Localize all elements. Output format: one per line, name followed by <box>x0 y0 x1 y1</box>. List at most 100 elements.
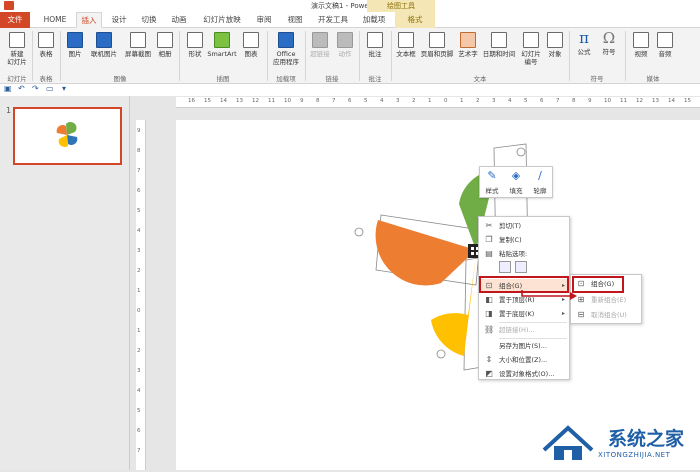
style-button[interactable]: ✎ 样式 <box>481 169 503 195</box>
tab-addins[interactable]: 加载项 <box>357 12 391 28</box>
ruler-tick: 11 <box>620 98 627 104</box>
rotate-handle[interactable] <box>354 227 364 237</box>
ribbon-tabs: 文件 HOME 插入 设计 切换 动画 幻灯片放映 审阅 视图 开发工具 加载项… <box>0 12 700 28</box>
menu-item-size-position[interactable]: ⇕ 大小和位置(Z)... <box>479 353 569 367</box>
outline-button[interactable]: ∕ 轮廓 <box>529 169 551 195</box>
tab-format[interactable]: 格式 <box>395 12 435 28</box>
picture-button[interactable]: 图片 <box>64 32 86 58</box>
smartart-button[interactable]: SmartArt <box>206 32 238 58</box>
submenu-arrow-icon: ▸ <box>561 310 565 317</box>
audio-button[interactable]: 音频 <box>654 32 676 58</box>
ruler-tick: 4 <box>508 98 512 104</box>
customize-dropdown-icon[interactable]: ▾ <box>62 84 66 93</box>
screenshot-button[interactable]: 屏幕截图 <box>122 32 154 58</box>
tab-insert[interactable]: 插入 <box>76 12 102 28</box>
ribbon-divider <box>32 31 33 81</box>
format-shape-icon: ◩ <box>485 369 493 378</box>
annotation-arrow <box>521 290 577 300</box>
ruler-tick: 1 <box>137 328 141 334</box>
textbox-icon <box>398 32 414 48</box>
new-slide-button[interactable]: 新建 幻灯片 <box>3 32 31 66</box>
ribbon-divider <box>391 31 392 81</box>
tab-transitions[interactable]: 切换 <box>136 12 162 28</box>
submenu-item-regroup[interactable]: ⊞ 重新组合(E) <box>571 293 641 307</box>
album-button[interactable]: 相册 <box>154 32 176 58</box>
ruler-tick: 0 <box>444 98 448 104</box>
rotate-handle[interactable] <box>436 349 446 359</box>
ruler-tick: 4 <box>137 388 141 394</box>
menu-item-hyperlink[interactable]: ⛓ 超链接(H)... <box>479 323 569 337</box>
site-watermark: 系统之家 XITONGZHIJIA.NET <box>538 414 700 470</box>
ruler-tick: 3 <box>137 248 141 254</box>
menu-item-send-to-back[interactable]: ◨ 置于底层(K) ▸ <box>479 307 569 321</box>
paste-picture-icon[interactable] <box>515 261 527 273</box>
save-icon[interactable]: ▣ <box>4 84 12 93</box>
undo-icon[interactable]: ↶ <box>18 84 25 93</box>
group-label-slides: 幻灯片 <box>7 75 27 83</box>
ruler-tick: 2 <box>412 98 416 104</box>
shapes-button[interactable]: 形状 <box>184 32 206 58</box>
pi-icon: π <box>579 29 589 47</box>
wordart-button[interactable]: 艺术字 <box>455 32 481 58</box>
title-bar: 演示文稿1 - PowerPoint 绘图工具 <box>0 0 700 12</box>
ruler-tick: 14 <box>220 98 227 104</box>
equation-button[interactable]: π 公式 <box>572 29 596 57</box>
ribbon-divider <box>179 31 180 81</box>
tab-developer[interactable]: 开发工具 <box>313 12 353 28</box>
ruler-tick: 5 <box>524 98 528 104</box>
horizontal-ruler: 16 15 14 13 12 11 10 9 8 7 6 5 4 3 2 1 0… <box>176 97 700 108</box>
start-from-beginning-icon[interactable]: ▭ <box>46 84 54 93</box>
slide-thumbnail-panel: 1 <box>0 96 130 470</box>
shapes-icon <box>187 32 203 48</box>
ruler-tick: 6 <box>137 428 141 434</box>
watermark-title: 系统之家 <box>608 428 685 450</box>
ruler-tick: 7 <box>137 168 141 174</box>
slide-number-label: 1 <box>6 106 12 115</box>
scissors-icon: ✂ <box>485 221 493 230</box>
hyperlink-button[interactable]: 超链接 <box>308 32 332 58</box>
symbol-button[interactable]: Ω 符号 <box>598 30 620 57</box>
datetime-button[interactable]: 日期和时间 <box>481 32 517 58</box>
online-picture-button[interactable]: 联机图片 <box>88 32 120 58</box>
textbox-button[interactable]: 文本框 <box>393 32 419 58</box>
ribbon-divider <box>305 31 306 81</box>
fill-button[interactable]: ◈ 填充 <box>505 169 527 195</box>
pinwheel-thumbnail-icon <box>56 121 78 148</box>
menu-item-copy[interactable]: ❐ 复制(C) <box>479 233 569 247</box>
ruler-tick: 10 <box>604 98 611 104</box>
paste-keep-format-icon[interactable] <box>499 261 511 273</box>
office-apps-button[interactable]: Office 应用程序 <box>270 32 302 66</box>
tab-view[interactable]: 视图 <box>282 12 308 28</box>
video-button[interactable]: 视频 <box>630 32 652 58</box>
slide-number-button[interactable]: 幻灯片 编号 <box>518 32 544 66</box>
menu-item-save-as-picture[interactable]: 另存为图片(S)... <box>479 339 569 353</box>
paint-bucket-icon: ◈ <box>511 169 521 182</box>
ruler-tick: 7 <box>137 448 141 454</box>
menu-item-format-object[interactable]: ◩ 设置对象格式(O)... <box>479 367 569 381</box>
menu-item-cut[interactable]: ✂ 剪切(T) <box>479 219 569 233</box>
object-button[interactable]: 对象 <box>544 32 566 58</box>
calendar-icon <box>491 32 507 48</box>
chart-button[interactable]: 图表 <box>240 32 262 58</box>
table-button[interactable]: 表格 <box>35 32 57 58</box>
tab-design[interactable]: 设计 <box>106 12 132 28</box>
online-picture-icon <box>96 32 112 48</box>
ruler-tick: 4 <box>380 98 384 104</box>
submenu-item-ungroup[interactable]: ⊟ 取消组合(U) <box>571 308 641 322</box>
tab-animations[interactable]: 动画 <box>166 12 192 28</box>
ruler-tick: 8 <box>572 98 576 104</box>
redo-icon[interactable]: ↷ <box>32 84 39 93</box>
tab-home[interactable]: HOME <box>38 12 72 28</box>
tab-review[interactable]: 审阅 <box>251 12 277 28</box>
tab-slideshow[interactable]: 幻灯片放映 <box>198 12 246 28</box>
pen-outline-icon: ∕ <box>538 169 542 182</box>
action-button[interactable]: 动作 <box>334 32 356 58</box>
header-footer-button[interactable]: 页眉和页脚 <box>419 32 455 58</box>
comment-button[interactable]: 批注 <box>364 32 386 58</box>
rotate-handle[interactable] <box>516 147 526 157</box>
slide-thumbnail[interactable] <box>13 107 122 165</box>
tab-file[interactable]: 文件 <box>0 12 30 28</box>
orange-blade[interactable] <box>375 220 476 286</box>
video-icon <box>633 32 649 48</box>
object-icon <box>547 32 563 48</box>
